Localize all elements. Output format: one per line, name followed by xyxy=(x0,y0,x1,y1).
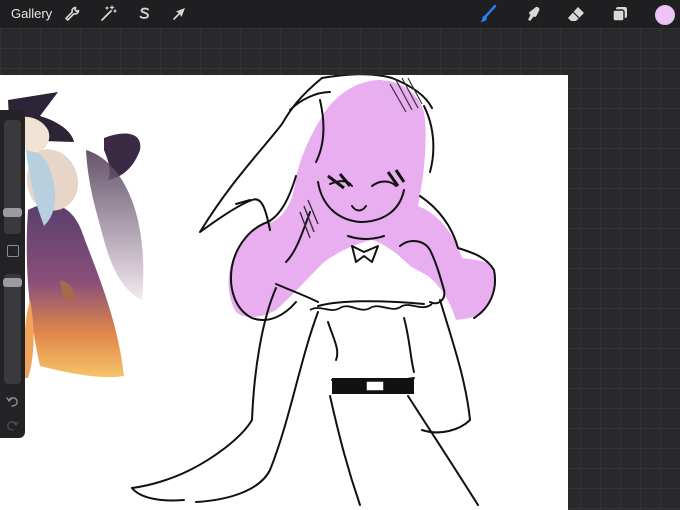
wrench-icon[interactable] xyxy=(62,4,82,24)
dress-frill xyxy=(309,303,433,311)
hair-color-fill xyxy=(228,80,496,320)
smudge-icon[interactable] xyxy=(524,4,544,24)
belt-buckle xyxy=(365,380,385,392)
color-picker-button[interactable] xyxy=(655,5,675,25)
eraser-icon[interactable] xyxy=(566,4,586,24)
gallery-button[interactable]: Gallery xyxy=(11,6,52,21)
selection-s-icon[interactable] xyxy=(134,4,154,24)
square-icon[interactable] xyxy=(7,245,19,257)
brush-opacity-thumb[interactable] xyxy=(3,278,22,287)
magic-wand-icon[interactable] xyxy=(98,4,118,24)
undo-icon[interactable] xyxy=(5,394,20,409)
drawing-canvas[interactable] xyxy=(0,75,568,510)
brush-icon[interactable] xyxy=(478,4,498,24)
brush-opacity-slider[interactable] xyxy=(3,274,22,384)
brush-size-thumb[interactable] xyxy=(3,208,22,217)
artwork-illustration xyxy=(8,75,496,506)
arrow-cursor-icon[interactable] xyxy=(170,4,190,24)
brush-sidebar xyxy=(0,110,25,438)
brush-size-slider[interactable] xyxy=(3,120,22,234)
top-toolbar: Gallery xyxy=(0,0,680,28)
reference-figure xyxy=(8,92,144,378)
redo-icon[interactable] xyxy=(5,418,20,433)
layers-icon[interactable] xyxy=(610,4,630,24)
